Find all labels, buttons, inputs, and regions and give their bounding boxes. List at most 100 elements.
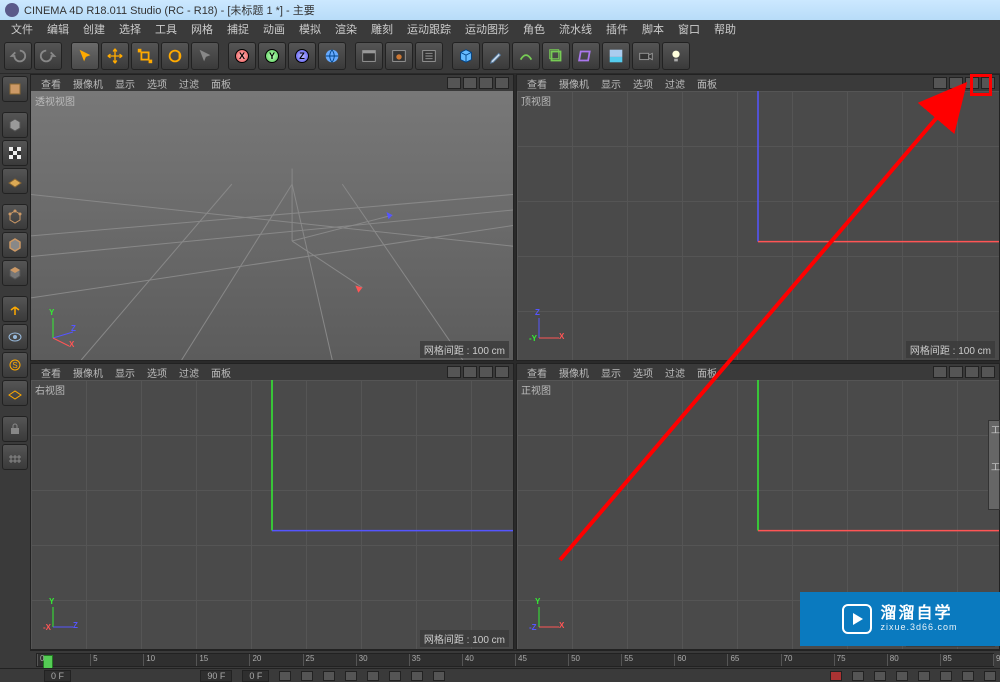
frame-start-field[interactable]: 0 F (44, 670, 71, 682)
vp-menu-panel[interactable]: 面板 (691, 76, 723, 91)
workplane-button[interactable] (2, 168, 28, 194)
nav-pan-icon[interactable] (447, 366, 461, 378)
menu-simulate[interactable]: 模拟 (292, 21, 328, 37)
vp-menu-filter[interactable]: 过滤 (659, 365, 691, 380)
nav-pan-icon[interactable] (933, 77, 947, 89)
nav-maximize-icon[interactable] (981, 366, 995, 378)
vp-menu-display[interactable]: 显示 (595, 76, 627, 91)
menu-window[interactable]: 窗口 (671, 21, 707, 37)
vp-menu-options[interactable]: 选项 (627, 76, 659, 91)
autokey-button[interactable] (852, 671, 864, 681)
vp-menu-options[interactable]: 选项 (627, 365, 659, 380)
menu-file[interactable]: 文件 (4, 21, 40, 37)
vp-menu-cameras[interactable]: 摄像机 (67, 365, 109, 380)
scale-tool[interactable] (131, 42, 159, 70)
key-pos-button[interactable] (896, 671, 908, 681)
vp-menu-filter[interactable]: 过滤 (173, 76, 205, 91)
prev-key-button[interactable] (301, 671, 313, 681)
rotate-tool[interactable] (161, 42, 189, 70)
planar-workplane-button[interactable] (2, 444, 28, 470)
key-param-button[interactable] (962, 671, 974, 681)
viewport-top[interactable]: 查看 摄像机 显示 选项 过滤 面板 顶视图 Z X (516, 74, 1000, 361)
add-nurbs-button[interactable] (512, 42, 540, 70)
viewport-solo-button[interactable] (2, 324, 28, 350)
add-cube-button[interactable] (452, 42, 480, 70)
nav-rotate-icon[interactable] (965, 77, 979, 89)
goto-start-button[interactable] (279, 671, 291, 681)
menu-edit[interactable]: 编辑 (40, 21, 76, 37)
enable-axis-button[interactable] (2, 296, 28, 322)
key-scale-button[interactable] (918, 671, 930, 681)
nav-pan-icon[interactable] (933, 366, 947, 378)
timeline[interactable]: 051015202530354045505560657075808590 (30, 650, 1000, 668)
goto-end-button[interactable] (433, 671, 445, 681)
viewport-canvas[interactable]: Y Z -X (31, 380, 513, 649)
add-pen-button[interactable] (482, 42, 510, 70)
vp-menu-cameras[interactable]: 摄像机 (553, 365, 595, 380)
vp-menu-filter[interactable]: 过滤 (173, 365, 205, 380)
next-frame-button[interactable] (389, 671, 401, 681)
nav-maximize-icon[interactable] (495, 366, 509, 378)
vp-menu-cameras[interactable]: 摄像机 (67, 76, 109, 91)
menu-mograph[interactable]: 运动图形 (458, 21, 516, 37)
menu-help[interactable]: 帮助 (707, 21, 743, 37)
add-light-button[interactable] (662, 42, 690, 70)
menu-tools[interactable]: 工具 (148, 21, 184, 37)
timeline-ruler[interactable]: 051015202530354045505560657075808590 (36, 653, 994, 667)
prev-frame-button[interactable] (323, 671, 335, 681)
next-key-button[interactable] (411, 671, 423, 681)
live-select-tool[interactable] (71, 42, 99, 70)
viewport-right[interactable]: 查看 摄像机 显示 选项 过滤 面板 右视图 Y Z -X (30, 363, 514, 650)
menu-render[interactable]: 渲染 (328, 21, 364, 37)
enable-snap-button[interactable]: S (2, 352, 28, 378)
model-mode-button[interactable] (2, 112, 28, 138)
vp-menu-display[interactable]: 显示 (109, 76, 141, 91)
vp-menu-panel[interactable]: 面板 (205, 365, 237, 380)
texture-mode-button[interactable] (2, 140, 28, 166)
timeline-playhead[interactable] (43, 655, 53, 669)
add-generator-button[interactable] (542, 42, 570, 70)
vp-menu-panel[interactable]: 面板 (205, 76, 237, 91)
vp-menu-options[interactable]: 选项 (141, 76, 173, 91)
menu-create[interactable]: 创建 (76, 21, 112, 37)
key-rot-button[interactable] (940, 671, 952, 681)
viewport-canvas[interactable]: Y Z X (31, 91, 513, 360)
menu-character[interactable]: 角色 (516, 21, 552, 37)
last-tool[interactable] (191, 42, 219, 70)
add-deformer-button[interactable] (572, 42, 600, 70)
axis-x-lock[interactable]: X (228, 42, 256, 70)
vp-menu-options[interactable]: 选项 (141, 365, 173, 380)
axis-z-lock[interactable]: Z (288, 42, 316, 70)
menu-snap[interactable]: 捕捉 (220, 21, 256, 37)
menu-select[interactable]: 选择 (112, 21, 148, 37)
render-pv-button[interactable] (385, 42, 413, 70)
menu-animate[interactable]: 动画 (256, 21, 292, 37)
vp-menu-panel[interactable]: 面板 (691, 365, 723, 380)
nav-rotate-icon[interactable] (479, 366, 493, 378)
nav-zoom-icon[interactable] (463, 366, 477, 378)
nav-zoom-icon[interactable] (949, 366, 963, 378)
record-button[interactable] (830, 671, 842, 681)
add-camera-button[interactable] (632, 42, 660, 70)
locked-workplane-button[interactable] (2, 416, 28, 442)
vp-menu-view[interactable]: 查看 (521, 76, 553, 91)
vp-menu-view[interactable]: 查看 (521, 365, 553, 380)
current-frame-field[interactable]: 0 F (242, 670, 269, 682)
play-back-button[interactable] (345, 671, 357, 681)
nav-pan-icon[interactable] (447, 77, 461, 89)
viewport-perspective[interactable]: 查看 摄像机 显示 选项 过滤 面板 透视视图 (30, 74, 514, 361)
vp-menu-view[interactable]: 查看 (35, 365, 67, 380)
keymode-button[interactable] (874, 671, 886, 681)
menu-motiontracking[interactable]: 运动跟踪 (400, 21, 458, 37)
coord-system[interactable] (318, 42, 346, 70)
redo-button[interactable] (34, 42, 62, 70)
nav-zoom-icon[interactable] (949, 77, 963, 89)
edges-mode-button[interactable] (2, 232, 28, 258)
render-settings-button[interactable] (415, 42, 443, 70)
make-editable-button[interactable] (2, 76, 28, 102)
polys-mode-button[interactable] (2, 260, 28, 286)
viewport-canvas[interactable]: Z X -Y (517, 91, 999, 360)
nav-zoom-icon[interactable] (463, 77, 477, 89)
move-tool[interactable] (101, 42, 129, 70)
nav-maximize-icon[interactable] (495, 77, 509, 89)
